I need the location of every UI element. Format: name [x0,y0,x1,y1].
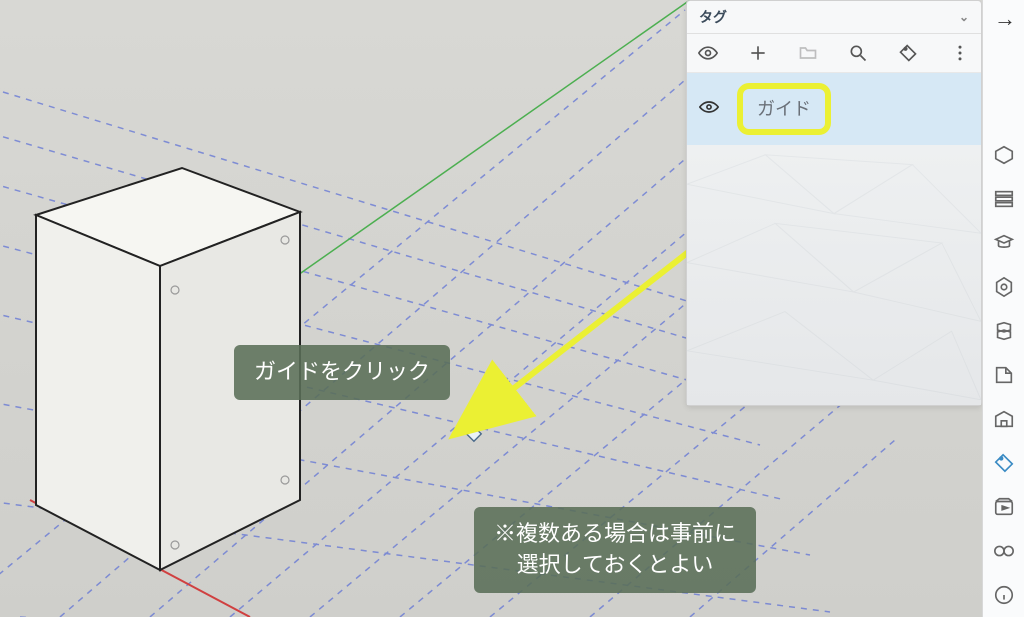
tags-panel-header[interactable]: タグ ⌄ [687,1,981,34]
folder-icon[interactable] [797,42,819,64]
expand-arrow-icon[interactable]: → [994,6,1016,32]
tag-row-guide[interactable]: ガイド [687,73,981,145]
tag-visibility-icon[interactable] [699,100,721,119]
instructor-icon[interactable] [989,228,1019,258]
more-icon[interactable] [949,42,971,64]
model-info-icon[interactable] [989,580,1019,610]
styles-icon[interactable] [989,360,1019,390]
tags-panel-toolbar [687,34,981,73]
annotation-multi-note: ※複数ある場合は事前に 選択しておくとよい [474,507,756,593]
tag-tool-icon[interactable] [897,42,919,64]
visibility-toggle-icon[interactable] [697,42,719,64]
display-icon[interactable] [989,536,1019,566]
scenes-icon[interactable] [989,492,1019,522]
annotation-click-guide: ガイドをクリック [234,345,450,400]
tags-panel-empty-area [687,145,981,405]
components-icon[interactable] [989,272,1019,302]
materials-icon[interactable] [989,316,1019,346]
3d-warehouse-icon[interactable] [989,404,1019,434]
panel-collapse-icon[interactable]: ⌄ [959,10,969,24]
tags-panel-title: タグ [699,7,727,27]
entity-info-icon[interactable] [989,140,1019,170]
outliner-icon[interactable] [989,184,1019,214]
add-tag-icon[interactable] [747,42,769,64]
tags-panel: タグ ⌄ ガイド [686,0,982,406]
tags-tray-icon[interactable] [989,448,1019,478]
right-toolbar: → [982,0,1024,617]
search-icon[interactable] [847,42,869,64]
tag-cursor-icon [462,422,484,444]
tag-name-guide[interactable]: ガイド [737,83,831,135]
